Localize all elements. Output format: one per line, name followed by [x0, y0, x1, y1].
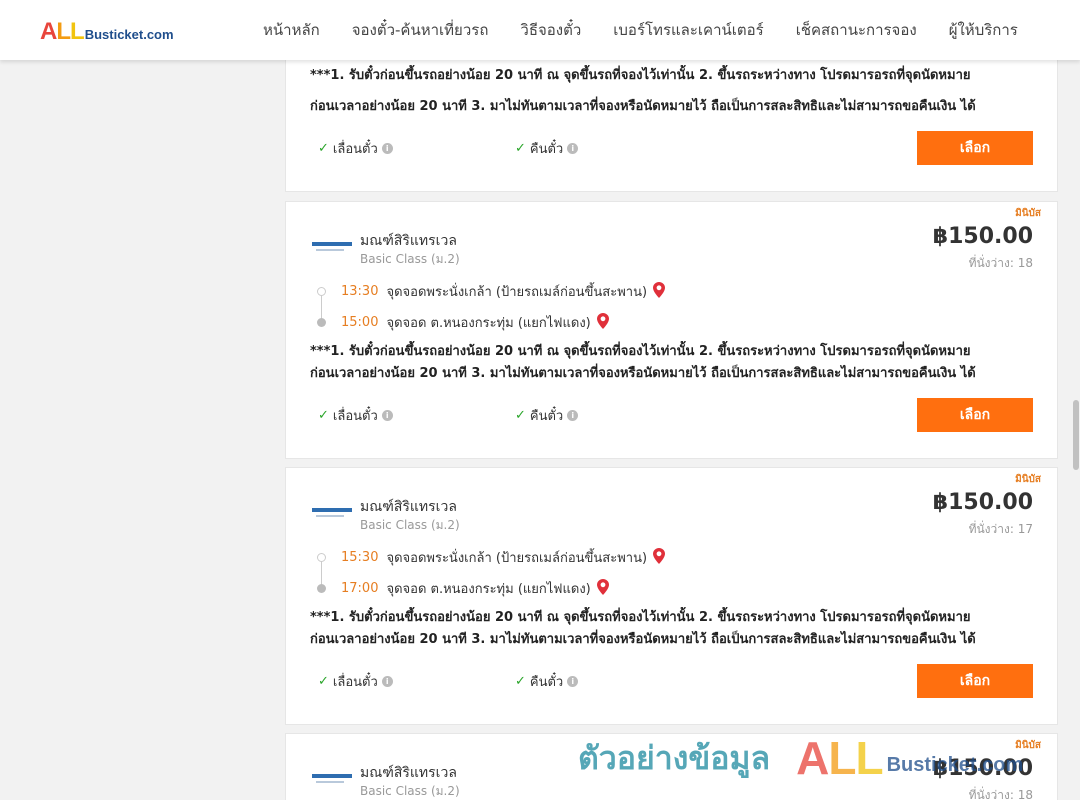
feature-change-ticket: ✓ เลื่อนตั๋ว i — [318, 671, 393, 692]
nav-home[interactable]: หน้าหลัก — [247, 18, 336, 42]
timeline-line — [321, 560, 322, 586]
feature-change-ticket: ✓ เลื่อนตั๋ว i — [318, 138, 393, 159]
arrive-stop: 17:00 จุดจอด ต.หนองกระทุ่ม (แยกไฟแดง) — [341, 578, 609, 599]
timeline-line — [321, 294, 322, 320]
trip-card: มินิบัส มณฑ์สิริแทรเวล Basic Class (ม.2)… — [285, 733, 1058, 800]
arrive-place: จุดจอด ต.หนองกระทุ่ม (แยกไฟแดง) — [386, 582, 591, 597]
top-header: ALL Busticket.com หน้าหลัก จองตั๋ว-ค้นหา… — [0, 0, 1080, 60]
operator-name: มณฑ์สิริแทรเวล — [360, 233, 457, 249]
operator-name: มณฑ์สิริแทรเวล — [360, 499, 457, 515]
operator-name: มณฑ์สิริแทรเวล — [360, 765, 457, 781]
nav-phone-counters[interactable]: เบอร์โทรและเคาน์เตอร์ — [597, 18, 779, 42]
check-icon: ✓ — [318, 408, 329, 423]
arrive-stop: 15:00 จุดจอด ต.หนองกระทุ่ม (แยกไฟแดง) — [341, 312, 609, 333]
scrollbar-thumb[interactable] — [1073, 400, 1079, 470]
info-icon[interactable]: i — [381, 676, 393, 687]
trip-remark-line1: ***1. รับตั๋วก่อนขึ้นรถอย่างน้อย 20 นาที… — [310, 610, 971, 625]
trip-remark-line2: ก่อนเวลาอย่างน้อย 20 นาที 3. มาไม่ทันตาม… — [310, 99, 976, 114]
check-icon: ✓ — [318, 141, 329, 156]
operator-logo — [312, 774, 352, 788]
vehicle-type-badge: มินิบัส — [1015, 474, 1041, 485]
trip-remark-line2: ก่อนเวลาอย่างน้อย 20 นาที 3. มาไม่ทันตาม… — [310, 632, 976, 647]
map-pin-icon[interactable] — [653, 547, 666, 568]
trip-card: ***1. รับตั๋วก่อนขึ้นรถอย่างน้อย 20 นาที… — [285, 40, 1058, 192]
arrive-place: จุดจอด ต.หนองกระทุ่ม (แยกไฟแดง) — [386, 316, 591, 331]
nav-operators[interactable]: ผู้ให้บริการ — [933, 18, 1034, 42]
check-icon: ✓ — [515, 674, 526, 689]
logo-all: ALL — [40, 18, 85, 45]
nav-booking-search[interactable]: จองตั๋ว-ค้นหาเที่ยวรถ — [336, 18, 505, 42]
main-nav: หน้าหลัก จองตั๋ว-ค้นหาเที่ยวรถ วิธีจองตั… — [247, 0, 1034, 60]
select-trip-button[interactable]: เลือก — [917, 664, 1033, 698]
vehicle-type-badge: มินิบัส — [1015, 740, 1041, 751]
seats-available: ที่นั่งว่าง: 17 — [968, 522, 1033, 536]
ticket-price: ฿150.00 — [932, 756, 1033, 781]
depart-place: จุดจอดพระนั่งเกล้า (ป้ายรถเมล์ก่อนขึ้นสะ… — [386, 551, 648, 566]
trip-remark-line2: ก่อนเวลาอย่างน้อย 20 นาที 3. มาไม่ทันตาม… — [310, 366, 976, 381]
feature-refund-ticket: ✓ คืนตั๋ว i — [515, 138, 579, 159]
ticket-price: ฿150.00 — [932, 224, 1033, 249]
seats-available: ที่นั่งว่าง: 18 — [968, 256, 1033, 270]
select-trip-button[interactable]: เลือก — [917, 131, 1033, 165]
nav-check-status[interactable]: เช็คสถานะการจอง — [780, 18, 933, 42]
trip-remark-line1: ***1. รับตั๋วก่อนขึ้นรถอย่างน้อย 20 นาที… — [310, 344, 971, 359]
depart-stop: 13:30 จุดจอดพระนั่งเกล้า (ป้ายรถเมล์ก่อน… — [341, 281, 666, 302]
depart-time: 13:30 — [341, 284, 379, 299]
operator-logo — [312, 508, 352, 522]
map-pin-icon[interactable] — [653, 281, 666, 302]
trip-card: มินิบัส มณฑ์สิริแทรเวล Basic Class (ม.2)… — [285, 467, 1058, 725]
info-icon[interactable]: i — [567, 143, 579, 154]
seats-available: ที่นั่งว่าง: 18 — [968, 788, 1033, 800]
arrive-time: 15:00 — [341, 315, 379, 330]
info-icon[interactable]: i — [381, 143, 393, 154]
operator-logo — [312, 242, 352, 256]
depart-stop: 15:30 จุดจอดพระนั่งเกล้า (ป้ายรถเมล์ก่อน… — [341, 547, 666, 568]
depart-dot — [317, 553, 326, 562]
logo-busticket: Busticket.com — [84, 27, 174, 42]
map-pin-icon[interactable] — [596, 312, 609, 333]
info-icon[interactable]: i — [567, 676, 579, 687]
arrive-time: 17:00 — [341, 581, 379, 596]
feature-refund-ticket: ✓ คืนตั๋ว i — [515, 405, 579, 426]
map-pin-icon[interactable] — [596, 578, 609, 599]
page-scrollbar[interactable] — [1072, 0, 1080, 800]
ticket-price: ฿150.00 — [932, 490, 1033, 515]
depart-dot — [317, 287, 326, 296]
depart-place: จุดจอดพระนั่งเกล้า (ป้ายรถเมล์ก่อนขึ้นสะ… — [386, 285, 648, 300]
bus-class: Basic Class (ม.2) — [360, 252, 460, 266]
select-trip-button[interactable]: เลือก — [917, 398, 1033, 432]
feature-refund-ticket: ✓ คืนตั๋ว i — [515, 671, 579, 692]
vehicle-type-badge: มินิบัส — [1015, 208, 1041, 219]
check-icon: ✓ — [515, 141, 526, 156]
arrive-dot — [317, 318, 326, 327]
trip-remark-line1: ***1. รับตั๋วก่อนขึ้นรถอย่างน้อย 20 นาที… — [310, 68, 971, 83]
check-icon: ✓ — [515, 408, 526, 423]
info-icon[interactable]: i — [567, 410, 579, 421]
bus-class: Basic Class (ม.2) — [360, 784, 460, 798]
feature-change-ticket: ✓ เลื่อนตั๋ว i — [318, 405, 393, 426]
site-logo[interactable]: ALL Busticket.com — [40, 18, 174, 46]
info-icon[interactable]: i — [381, 410, 393, 421]
bus-class: Basic Class (ม.2) — [360, 518, 460, 532]
arrive-dot — [317, 584, 326, 593]
trip-card: มินิบัส มณฑ์สิริแทรเวล Basic Class (ม.2)… — [285, 201, 1058, 459]
nav-how-to-book[interactable]: วิธีจองตั๋ว — [504, 18, 597, 42]
depart-time: 15:30 — [341, 550, 379, 565]
check-icon: ✓ — [318, 674, 329, 689]
